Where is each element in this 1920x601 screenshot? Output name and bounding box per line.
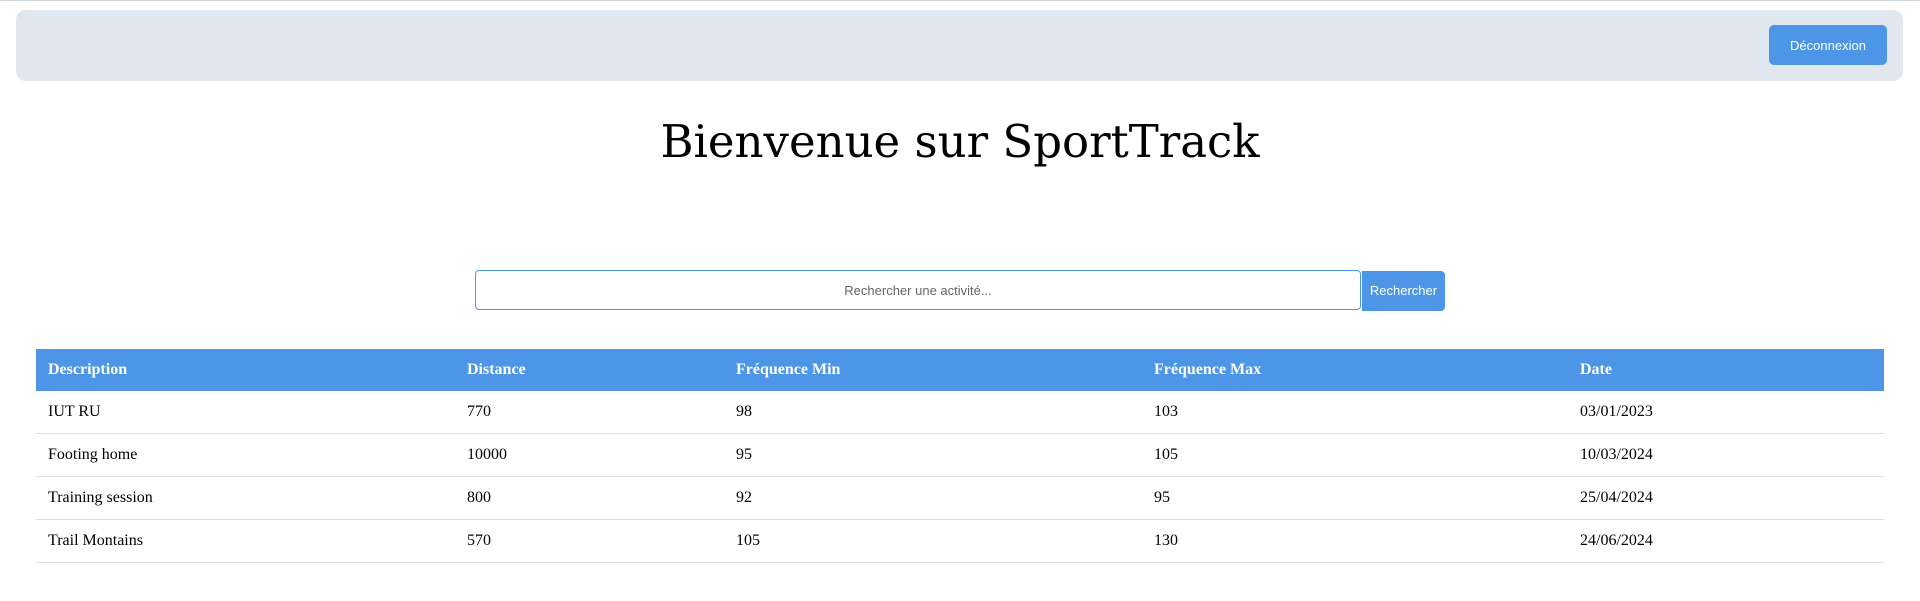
search-input[interactable]: [475, 270, 1361, 310]
column-header-frequency-max: Fréquence Max: [1142, 349, 1568, 391]
cell-frequency-max: 105: [1142, 433, 1568, 477]
cell-distance: 800: [455, 476, 724, 520]
cell-frequency-min: 98: [724, 391, 1142, 434]
table-row: IUT RU 770 98 103 03/01/2023: [36, 391, 1884, 434]
cell-date: 10/03/2024: [1568, 433, 1884, 477]
cell-date: 03/01/2023: [1568, 391, 1884, 434]
activity-table: Description Distance Fréquence Min Fréqu…: [36, 349, 1884, 563]
header-bar: Déconnexion: [16, 10, 1903, 81]
cell-frequency-max: 95: [1142, 476, 1568, 520]
cell-distance: 10000: [455, 433, 724, 477]
cell-date: 24/06/2024: [1568, 519, 1884, 563]
page-title: Bienvenue sur SportTrack: [660, 115, 1260, 168]
search-button[interactable]: Rechercher: [1362, 271, 1445, 311]
cell-frequency-min: 95: [724, 433, 1142, 477]
cell-description: Trail Montains: [36, 519, 455, 563]
logout-button[interactable]: Déconnexion: [1769, 25, 1887, 65]
cell-frequency-min: 105: [724, 519, 1142, 563]
column-header-date: Date: [1568, 349, 1884, 391]
column-header-distance: Distance: [455, 349, 724, 391]
cell-distance: 770: [455, 391, 724, 434]
table-row: Training session 800 92 95 25/04/2024: [36, 476, 1884, 520]
table-row: Footing home 10000 95 105 10/03/2024: [36, 433, 1884, 477]
cell-frequency-max: 130: [1142, 519, 1568, 563]
cell-distance: 570: [455, 519, 724, 563]
cell-description: Training session: [36, 476, 455, 520]
cell-description: Footing home: [36, 433, 455, 477]
cell-description: IUT RU: [36, 391, 455, 434]
cell-frequency-max: 103: [1142, 391, 1568, 434]
table-header-row: Description Distance Fréquence Min Fréqu…: [36, 349, 1884, 391]
top-divider: [0, 0, 1920, 1]
table-row: Trail Montains 570 105 130 24/06/2024: [36, 519, 1884, 563]
cell-frequency-min: 92: [724, 476, 1142, 520]
column-header-frequency-min: Fréquence Min: [724, 349, 1142, 391]
column-header-description: Description: [36, 349, 455, 391]
cell-date: 25/04/2024: [1568, 476, 1884, 520]
